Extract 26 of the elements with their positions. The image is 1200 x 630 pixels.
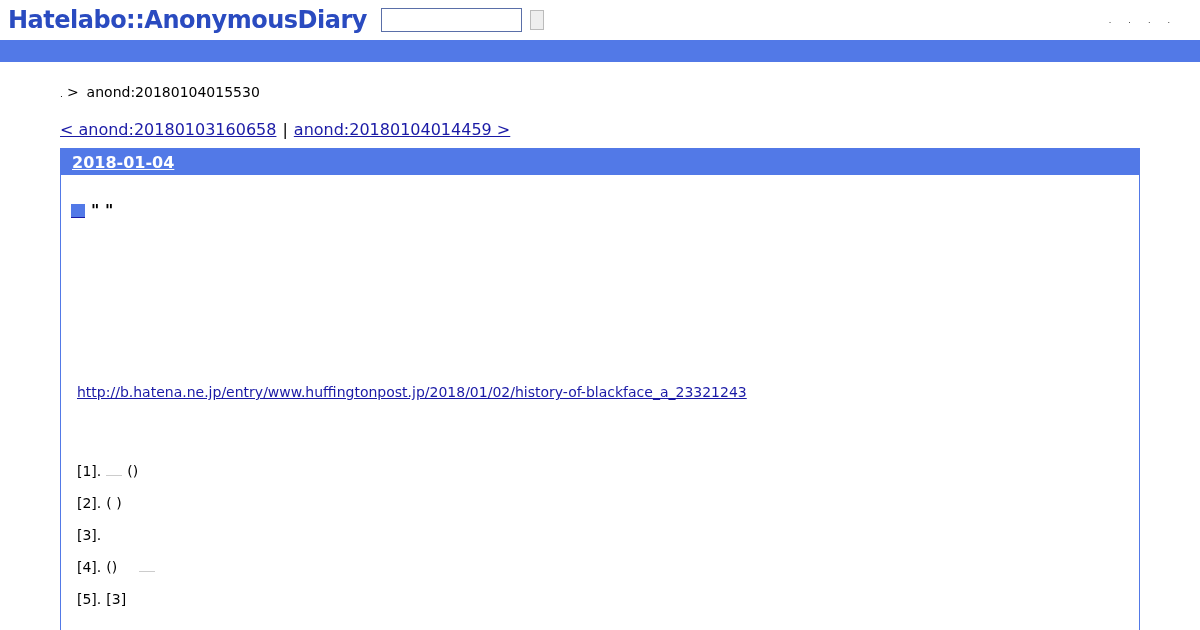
header-link[interactable]: . — [1147, 15, 1151, 25]
list-number: [5]. — [77, 591, 102, 607]
list-number: [2]. — [77, 495, 102, 511]
header-link[interactable]: . — [1128, 15, 1131, 25]
pager-separator: | — [282, 120, 288, 139]
breadcrumb-separator: > — [66, 84, 79, 100]
list-number: [1]. — [77, 463, 102, 479]
search-button[interactable] — [529, 10, 544, 30]
list-number: [4]. — [77, 559, 102, 575]
home-link[interactable]: . — [60, 89, 63, 99]
previous-entry-link[interactable]: < anond:20180103160658 — [60, 120, 277, 139]
list-number: [3]. — [77, 527, 102, 543]
breadcrumb-current: anond:20180104015530 — [86, 84, 260, 100]
header-link[interactable]: . — [1167, 15, 1170, 25]
header-link[interactable]: . — [1108, 15, 1112, 25]
list-text: ( ) — [106, 495, 122, 511]
search-field[interactable] — [380, 8, 522, 32]
next-entry-link[interactable]: anond:20180104014459 > — [293, 120, 511, 139]
section-title: " " — [91, 201, 114, 220]
list-text: () — [106, 559, 118, 575]
list-text: () — [127, 463, 139, 479]
site-logo[interactable]: Hatelabo::AnonymousDiary — [8, 6, 367, 34]
bookmark-link[interactable]: http://b.hatena.ne.jp/entry/www.huffingtonpost.jp/2018/01/02/history-of-blackface_a_23321243 — [77, 384, 747, 400]
date-link[interactable]: 2018-01-04 — [72, 152, 175, 172]
list-text: [3] — [106, 591, 127, 607]
section-anchor-icon[interactable] — [71, 203, 85, 218]
